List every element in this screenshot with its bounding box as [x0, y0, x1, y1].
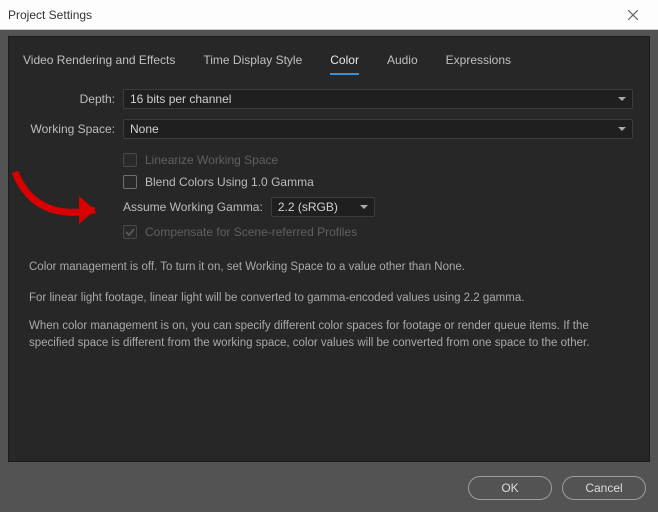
working-space-label: Working Space:: [25, 122, 115, 136]
help-line-1: Color management is off. To turn it on, …: [25, 259, 633, 276]
compensate-checkbox: [123, 225, 137, 239]
depth-select[interactable]: 16 bits per channel: [123, 89, 633, 109]
linearize-checkbox: [123, 153, 137, 167]
tab-audio[interactable]: Audio: [387, 53, 418, 75]
close-icon: [628, 10, 638, 20]
compensate-label: Compensate for Scene-referred Profiles: [145, 225, 357, 239]
blend-colors-checkbox[interactable]: [123, 175, 137, 189]
depth-value: 16 bits per channel: [130, 92, 231, 106]
chevron-down-icon: [618, 127, 626, 131]
dialog-footer: OK Cancel: [0, 468, 658, 512]
chevron-down-icon: [360, 205, 368, 209]
linearize-label: Linearize Working Space: [145, 153, 278, 167]
assume-gamma-select[interactable]: 2.2 (sRGB): [271, 197, 375, 217]
working-space-value: None: [130, 122, 159, 136]
tab-video-rendering[interactable]: Video Rendering and Effects: [23, 53, 175, 75]
chevron-down-icon: [618, 97, 626, 101]
depth-label: Depth:: [25, 92, 115, 106]
tab-time-display[interactable]: Time Display Style: [203, 53, 302, 75]
window-title: Project Settings: [8, 8, 92, 22]
assume-gamma-value: 2.2 (sRGB): [278, 200, 338, 214]
working-space-select[interactable]: None: [123, 119, 633, 139]
close-button[interactable]: [616, 0, 650, 30]
titlebar: Project Settings: [0, 0, 658, 30]
tab-color[interactable]: Color: [330, 53, 359, 75]
ok-button[interactable]: OK: [468, 476, 552, 500]
color-tab-content: Depth: 16 bits per channel Working Space…: [9, 75, 649, 374]
check-icon: [125, 227, 135, 237]
cancel-button[interactable]: Cancel: [562, 476, 646, 500]
help-line-2: For linear light footage, linear light w…: [25, 290, 633, 307]
help-block: When color management is on, you can spe…: [25, 318, 633, 367]
blend-colors-label: Blend Colors Using 1.0 Gamma: [145, 175, 314, 189]
settings-panel: Video Rendering and Effects Time Display…: [8, 36, 650, 462]
tab-expressions[interactable]: Expressions: [446, 53, 511, 75]
tab-bar: Video Rendering and Effects Time Display…: [9, 37, 649, 75]
project-settings-dialog: Project Settings Video Rendering and Eff…: [0, 0, 658, 512]
assume-gamma-label: Assume Working Gamma:: [123, 200, 263, 214]
